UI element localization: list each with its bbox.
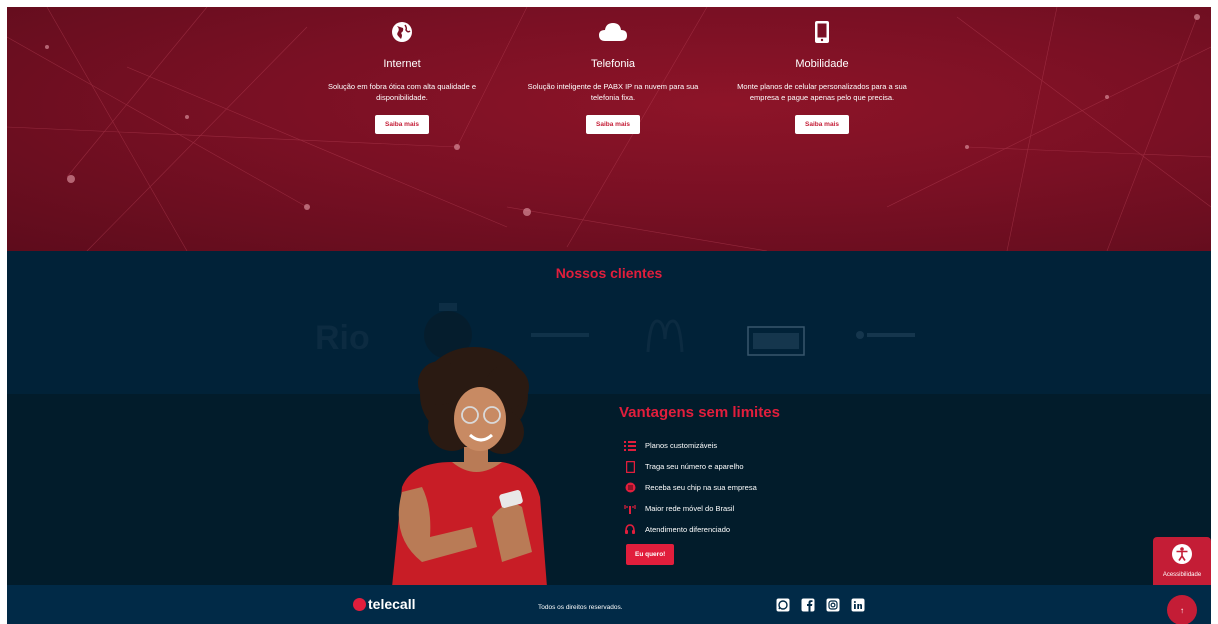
eu-quero-button[interactable]: Eu quero!: [626, 544, 675, 565]
woman-with-phone-image: [392, 347, 547, 587]
brand-dot-icon: [353, 597, 366, 611]
advantage-label: Maior rede móvel do Brasil: [645, 504, 735, 513]
advantages-title: Vantagens sem limites: [619, 404, 780, 421]
back-to-top-button[interactable]: ↑: [1167, 595, 1197, 624]
text-logo: [531, 333, 589, 337]
saiba-mais-button[interactable]: Saiba mais: [795, 115, 849, 134]
clients-section: Nossos clientes Rio: [7, 251, 1211, 394]
service-title: Mobilidade: [795, 58, 849, 70]
rio-logo: Rio: [315, 319, 369, 357]
service-description: Solução em fobra ótica com alta qualidad…: [327, 82, 476, 102]
service-telefonia: Telefonia Solução inteligente de PABX IP…: [513, 17, 713, 134]
advantages-list: Planos customizáveis Traga seu número e …: [624, 435, 757, 540]
mobile-phone-icon: [722, 17, 922, 47]
service-mobilidade: Mobilidade Monte planos de celular perso…: [722, 17, 922, 134]
mcdonalds-logo: [646, 319, 684, 353]
clients-title: Nossos clientes: [555, 265, 663, 281]
service-description: Monte planos de celular personalizados p…: [737, 82, 907, 102]
facebook-icon[interactable]: [801, 598, 815, 612]
advantage-label: Planos customizáveis: [645, 441, 718, 450]
list-item: Receba seu chip na sua empresa: [624, 477, 757, 498]
saiba-mais-button[interactable]: Saiba mais: [586, 115, 640, 134]
arrow-up-icon: ↑: [1180, 605, 1184, 615]
list-item: Maior rede móvel do Brasil: [624, 498, 757, 519]
accessibility-icon: [1172, 544, 1192, 564]
service-internet: Internet Solução em fobra ótica com alta…: [302, 17, 502, 134]
services-hero: Internet Solução em fobra ótica com alta…: [7, 7, 1211, 251]
service-title: Telefonia: [590, 58, 636, 70]
footer: telecall Todos os direitos reservados.: [7, 585, 1211, 624]
small-text-logo: [856, 331, 915, 339]
antenna-icon: [624, 503, 636, 515]
whatsapp-icon[interactable]: [776, 598, 790, 612]
chip-icon: [624, 482, 636, 494]
copyright-text: Todos os direitos reservados.: [538, 604, 623, 611]
instagram-icon[interactable]: [826, 598, 840, 612]
advantages-section: Vantagens sem limites Planos customizáve…: [7, 394, 1211, 585]
page: Internet Solução em fobra ótica com alta…: [7, 7, 1211, 624]
linkedin-icon[interactable]: [851, 598, 865, 612]
advantage-label: Traga seu número e aparelho: [645, 462, 744, 471]
advantage-label: Receba seu chip na sua empresa: [645, 483, 757, 492]
list-item: Planos customizáveis: [624, 435, 757, 456]
box-logo: [747, 326, 805, 356]
social-links: [776, 598, 865, 612]
brand-name: telecall: [368, 596, 416, 612]
cloud-icon: [513, 17, 713, 47]
saiba-mais-button[interactable]: Saiba mais: [375, 115, 429, 134]
service-description: Solução inteligente de PABX IP na nuvem …: [527, 82, 699, 102]
globe-icon: [302, 17, 502, 47]
svg-text:Rio: Rio: [315, 319, 369, 357]
list-item: Atendimento diferenciado: [624, 519, 757, 540]
advantage-label: Atendimento diferenciado: [645, 525, 731, 534]
list-icon: [624, 440, 636, 452]
telecall-logo[interactable]: telecall: [353, 596, 415, 612]
list-item: Traga seu número e aparelho: [624, 456, 757, 477]
smartphone-icon: [624, 460, 636, 473]
accessibility-button[interactable]: Acessibilidade: [1153, 537, 1211, 585]
headset-icon: [624, 523, 636, 536]
service-title: Internet: [383, 58, 421, 70]
accessibility-label: Acessibilidade: [1162, 572, 1202, 578]
